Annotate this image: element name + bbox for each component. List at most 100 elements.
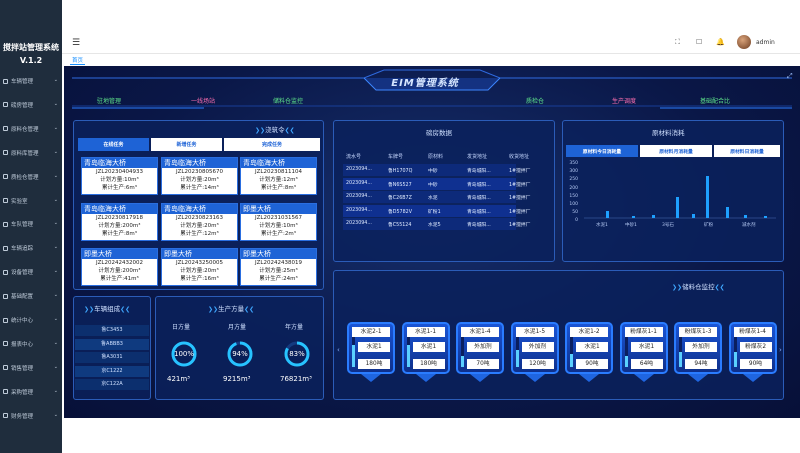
y-tick-label: 50 (572, 210, 578, 216)
consumption-tab-day[interactable]: 原材料日消耗量 (714, 145, 780, 157)
sidebar-item[interactable]: 质检仓管理 ⌄ (3, 171, 61, 183)
bar (606, 211, 609, 218)
sidebar-item[interactable]: 实验室 ⌄ (3, 195, 61, 207)
order-card[interactable]: 青岛临海大桥 JZL20230817918 计划方量:200m³ 累计生产:8m³ (81, 203, 158, 241)
module-tab-1[interactable]: 驻地管理 (97, 96, 121, 106)
menu-icon (3, 150, 8, 156)
sidebar-item-label: 销售管理 (11, 365, 34, 372)
order-card-project: 即墨大桥 (241, 249, 316, 259)
vehicle-row[interactable]: 鲁C3453 (75, 325, 149, 336)
screen-title: EIM管理系统 (391, 78, 459, 89)
bar (764, 216, 767, 218)
orders-tab-new[interactable]: 新增任务 (151, 138, 222, 151)
table-row[interactable]: 2023094... 鲁C26B7Z 水泥 青岛城阳... 1#搅拌厂 (343, 191, 530, 203)
chevron-down-icon: ⌄ (53, 77, 58, 83)
vehicle-row[interactable]: 鲁A3031 (75, 352, 149, 363)
module-tab-5[interactable]: 生产调度 (612, 96, 636, 106)
vehicle-row[interactable]: 京C122A (75, 379, 149, 390)
table-cell: 青岛城阳... (467, 169, 491, 174)
order-card[interactable]: 青岛临海大桥 JZL20230404933 计划方量:10m³ 累计生产:6m³ (81, 157, 158, 195)
sidebar-item[interactable]: 采购管理 ⌄ (3, 386, 61, 398)
orders-tab-done[interactable]: 完成任务 (224, 138, 320, 151)
sidebar-item[interactable]: 车辆管理 ⌄ (3, 75, 61, 87)
consumption-tab-month[interactable]: 原材料月消耗量 (640, 145, 712, 157)
sidebar-item-label: 报表中心 (11, 341, 34, 348)
table-cell: 青岛城阳... (467, 182, 491, 188)
y-tick-label: 300 (569, 169, 578, 175)
order-card-project: 即墨大桥 (241, 204, 316, 214)
silo-card[interactable]: 水泥1-5 外加剂 120吨 (510, 322, 559, 382)
column-header: 流水号 (346, 154, 362, 160)
order-card-no: JZL20242432002 (96, 260, 143, 266)
table-row[interactable]: 2023094... 鲁C55124 水泥5 青岛城阳... 1#搅拌厂 (343, 218, 530, 230)
module-tab-3[interactable]: 储料仓监控 (273, 96, 303, 106)
consumption-tab-today[interactable]: 原材料今日消耗量 (566, 145, 638, 157)
silo-card[interactable]: 水泥1-4 外加剂 70吨 (456, 322, 504, 382)
sidebar-item[interactable]: 统计中心 ⌄ (3, 314, 61, 326)
order-card-no: JZL20230823163 (176, 215, 223, 221)
y-tick-label: 100 (569, 202, 578, 207)
order-card[interactable]: 即墨大桥 JZL20242432002 计划方量:200m³ 累计生产:41m³ (81, 248, 158, 286)
order-card[interactable]: 青岛临海大桥 JZL20230811104 计划方量:12m³ 累计生产:8m³ (240, 157, 317, 195)
sidebar-item[interactable]: 车队管理 ⌄ (3, 218, 61, 230)
vehicle-row[interactable]: 鲁ABBB3 (75, 338, 149, 350)
avatar[interactable] (737, 35, 751, 49)
sidebar-item[interactable]: 设备管理 ⌄ (3, 266, 61, 278)
sidebar-item[interactable]: 基础配置 ⌄ (3, 290, 61, 302)
order-card[interactable]: 即墨大桥 JZL20242438019 计划方量:25m³ 累计生产:24m³ (240, 248, 317, 286)
bar (652, 215, 655, 218)
order-card-plan: 计划方量:25m³ (259, 268, 298, 274)
silo-card[interactable]: 水泥2-1 水泥1 180吨 (347, 322, 395, 382)
sidebar-item[interactable]: 原料仓管理 ⌄ (3, 123, 61, 135)
sidebar-item[interactable]: 磅房管理 ⌄ (3, 99, 61, 111)
sidebar-item[interactable]: 原料库管理 ⌄ (3, 147, 61, 159)
fullscreen-icon[interactable]: ⛶ (675, 38, 680, 47)
table-row[interactable]: 2023094... 鲁N6S527 中砂 青岛城阳... 1#搅拌厂 (343, 177, 530, 190)
username[interactable]: admin (756, 39, 775, 46)
silo-card[interactable]: 粉煤灰1-3 外加剂 94吨 (674, 322, 722, 382)
table-row[interactable]: 2023094... 鲁H1707Q 中砂 青岛城阳... 1#搅拌厂 (343, 164, 530, 176)
bar (692, 214, 695, 218)
table-cell: 中砂 (428, 182, 438, 188)
menu-icon (3, 174, 8, 180)
expand-icon[interactable]: ⤢ (787, 72, 793, 81)
order-card[interactable]: 青岛临海大桥 JZL20230805670 计划方量:20m³ 累计生产:14m³ (161, 157, 238, 195)
order-card[interactable]: 即墨大桥 JZL20231031567 计划方量:10m³ 累计生产:2m³ (240, 203, 317, 241)
table-cell: 1#搅拌厂 (509, 196, 531, 201)
vehicle-row[interactable]: 京C1222 (75, 365, 149, 377)
order-card[interactable]: 青岛临海大桥 JZL20230823163 计划方量:20m³ 累计生产:12m³ (161, 203, 238, 241)
module-tab-4[interactable]: 质检仓 (526, 96, 544, 106)
menu-icon (3, 341, 8, 347)
silo-card[interactable]: 粉煤灰1-1 水泥1 64吨 (619, 322, 668, 382)
silo-card[interactable]: 水泥1-2 水泥1 90吨 (565, 322, 613, 382)
weigh-title: 磅房数据 (426, 129, 452, 137)
tab-home[interactable]: 首页 (70, 56, 86, 65)
table-row[interactable]: 2023094... 鲁D5782V 矿粉1 青岛城阳... 1#搅拌厂 (343, 204, 530, 217)
table-cell: 2023094... (346, 194, 372, 199)
sidebar-item-label: 车队管理 (11, 222, 34, 229)
order-card-done: 累计生产:8m³ (102, 231, 137, 237)
order-card-project: 青岛临海大桥 (241, 158, 316, 168)
silo-card[interactable]: 粉煤灰1-4 粉煤灰2 90吨 (728, 322, 777, 382)
y-tick-label: 150 (569, 193, 578, 199)
bell-icon[interactable]: 🔔 (716, 38, 725, 46)
sidebar-item[interactable]: 销售管理 ⌄ (3, 362, 61, 374)
settings-icon[interactable]: ☐ (696, 38, 702, 46)
module-tab-6[interactable]: 基础配合比 (700, 96, 730, 106)
order-card-done: 累计生产:2m³ (261, 231, 296, 237)
silo-next-icon[interactable]: › (779, 346, 782, 354)
silo-type: 外加剂 (467, 342, 499, 352)
order-card-no: JZL20243250005 (176, 260, 223, 266)
silo-card[interactable]: 水泥1-1 水泥1 180吨 (401, 322, 450, 382)
sidebar-item[interactable]: 车辆追踪 ⌄ (3, 242, 61, 254)
order-card[interactable]: 即墨大桥 JZL20243250005 计划方量:20m³ 累计生产:16m³ (161, 248, 238, 286)
silo-prev-icon[interactable]: ‹ (337, 346, 340, 354)
order-card-project: 青岛临海大桥 (82, 204, 157, 214)
module-tab-2[interactable]: 一线场站 (191, 96, 215, 106)
sidebar-item[interactable]: 财务管理 ⌄ (3, 410, 61, 422)
orders-tab-online[interactable]: 在线任务 (78, 138, 149, 151)
table-cell: 矿粉1 (428, 209, 441, 215)
sidebar-item[interactable]: 报表中心 ⌄ (3, 338, 61, 350)
menu-toggle-icon[interactable]: ☰ (72, 38, 80, 48)
column-header: 发货地址 (467, 154, 488, 160)
